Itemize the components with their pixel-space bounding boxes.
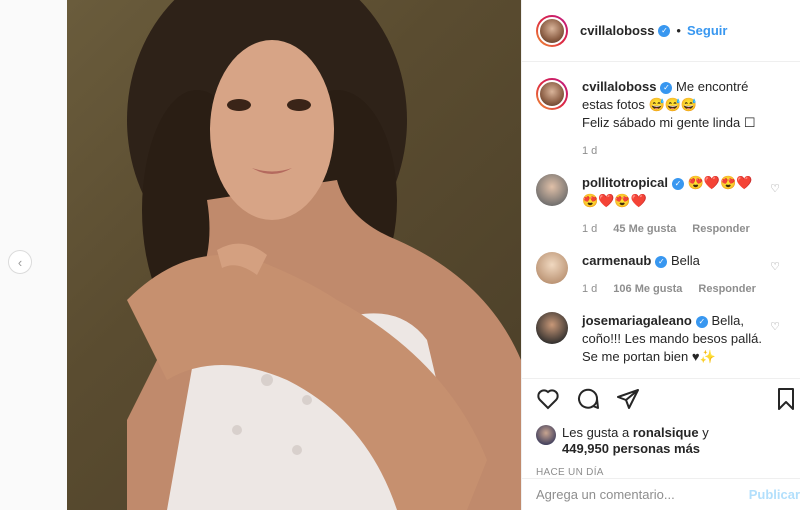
share-icon[interactable] [616,387,640,411]
post-timestamp[interactable]: HACE UN DÍA [536,467,786,478]
reply-button[interactable]: Responder [692,220,749,238]
commenter-avatar[interactable] [536,312,568,344]
publish-button[interactable]: Publicar [749,487,800,502]
likes-summary: Les gusta a ronalsique y 449,950 persona… [536,425,786,457]
comment-row: josemariagaleano ✓ Bella, coño!!! Les man… [536,312,786,366]
photo-illustration [127,0,521,510]
commenter-avatar[interactable] [536,174,568,206]
comment-username[interactable]: josemariagaleano [582,313,692,328]
verified-badge-icon: ✓ [658,24,671,37]
like-comment-icon[interactable]: ♡ [770,260,780,273]
heart-icon[interactable] [536,387,560,411]
author-avatar[interactable] [536,14,568,47]
comment-row: carmenaub ✓ Bella 1 d 106 Me gusta Respon… [536,252,786,298]
previous-post-button[interactable]: ‹ [8,250,32,274]
liker-username[interactable]: ronalsique [633,425,699,440]
reply-button[interactable]: Responder [698,280,755,298]
comment-body: pollitotropical ✓ 😍❤️😍❤️😍❤️😍❤️ 1 d 45 Me … [582,174,762,238]
comment-likes[interactable]: 106 Me gusta [613,280,682,298]
verified-badge-icon: ✓ [671,177,684,190]
comment-username[interactable]: carmenaub [582,253,651,268]
comment-likes[interactable]: 45 Me gusta [613,220,676,238]
liker-avatar[interactable] [536,425,556,445]
post-header: cvillaloboss ✓ • Seguir [522,0,800,62]
comment-body: josemariagaleano ✓ Bella, coño!!! Les man… [582,312,762,366]
post-actions: Les gusta a ronalsique y 449,950 persona… [522,378,800,478]
likes-count[interactable]: 449,950 personas más [562,441,700,456]
post-side-panel: cvillaloboss ✓ • Seguir cvillaloboss ✓ Me… [521,0,800,510]
separator-dot: • [676,23,681,38]
instagram-post-view: ‹ cvillaloboss ✓ • Seguir cvillaloboss ✓… [0,0,800,510]
caption-username[interactable]: cvillaloboss [582,79,656,94]
follow-button[interactable]: Seguir [687,23,727,38]
likes-text: Les gusta a ronalsique y 449,950 persona… [562,425,709,457]
verified-badge-icon: ✓ [655,255,668,268]
comment-username[interactable]: pollitotropical [582,175,668,190]
add-comment-bar: Agrega un comentario... Publicar [522,478,800,510]
caption-meta: 1 d [582,142,762,160]
caption: cvillaloboss ✓ Me encontré estas fotos 😅😅… [536,78,786,160]
comment-time[interactable]: 1 d [582,220,597,238]
likes-prefix: Les gusta a [562,425,630,440]
verified-badge-icon: ✓ [660,81,673,94]
comment-meta: 1 d 45 Me gusta Responder [582,220,762,238]
action-icons [536,387,794,411]
like-comment-icon[interactable]: ♡ [770,320,780,333]
likes-suffix: y [702,425,709,440]
commenter-avatar[interactable] [536,252,568,284]
caption-body: cvillaloboss ✓ Me encontré estas fotos 😅😅… [582,78,762,160]
comment-input[interactable]: Agrega un comentario... [536,487,675,502]
like-comment-icon[interactable]: ♡ [770,182,780,195]
verified-badge-icon: ✓ [695,315,708,328]
bookmark-icon[interactable] [774,387,798,411]
comment-row: pollitotropical ✓ 😍❤️😍❤️😍❤️😍❤️ 1 d 45 Me … [536,174,786,238]
caption-avatar[interactable] [536,78,568,110]
chevron-left-icon: ‹ [17,254,23,270]
comment-text: Bella [671,253,700,268]
author-username[interactable]: cvillaloboss [580,23,654,38]
comment-time[interactable]: 1 d [582,280,597,298]
caption-time[interactable]: 1 d [582,142,597,160]
caption-text-line2: Feliz sábado mi gente linda ☐ [582,115,756,130]
comment-icon[interactable] [576,387,600,411]
comments-list[interactable]: cvillaloboss ✓ Me encontré estas fotos 😅😅… [522,62,800,378]
comment-body: carmenaub ✓ Bella 1 d 106 Me gusta Respon… [582,252,762,298]
post-photo[interactable] [67,0,521,510]
comment-meta: 1 d 106 Me gusta Responder [582,280,762,298]
